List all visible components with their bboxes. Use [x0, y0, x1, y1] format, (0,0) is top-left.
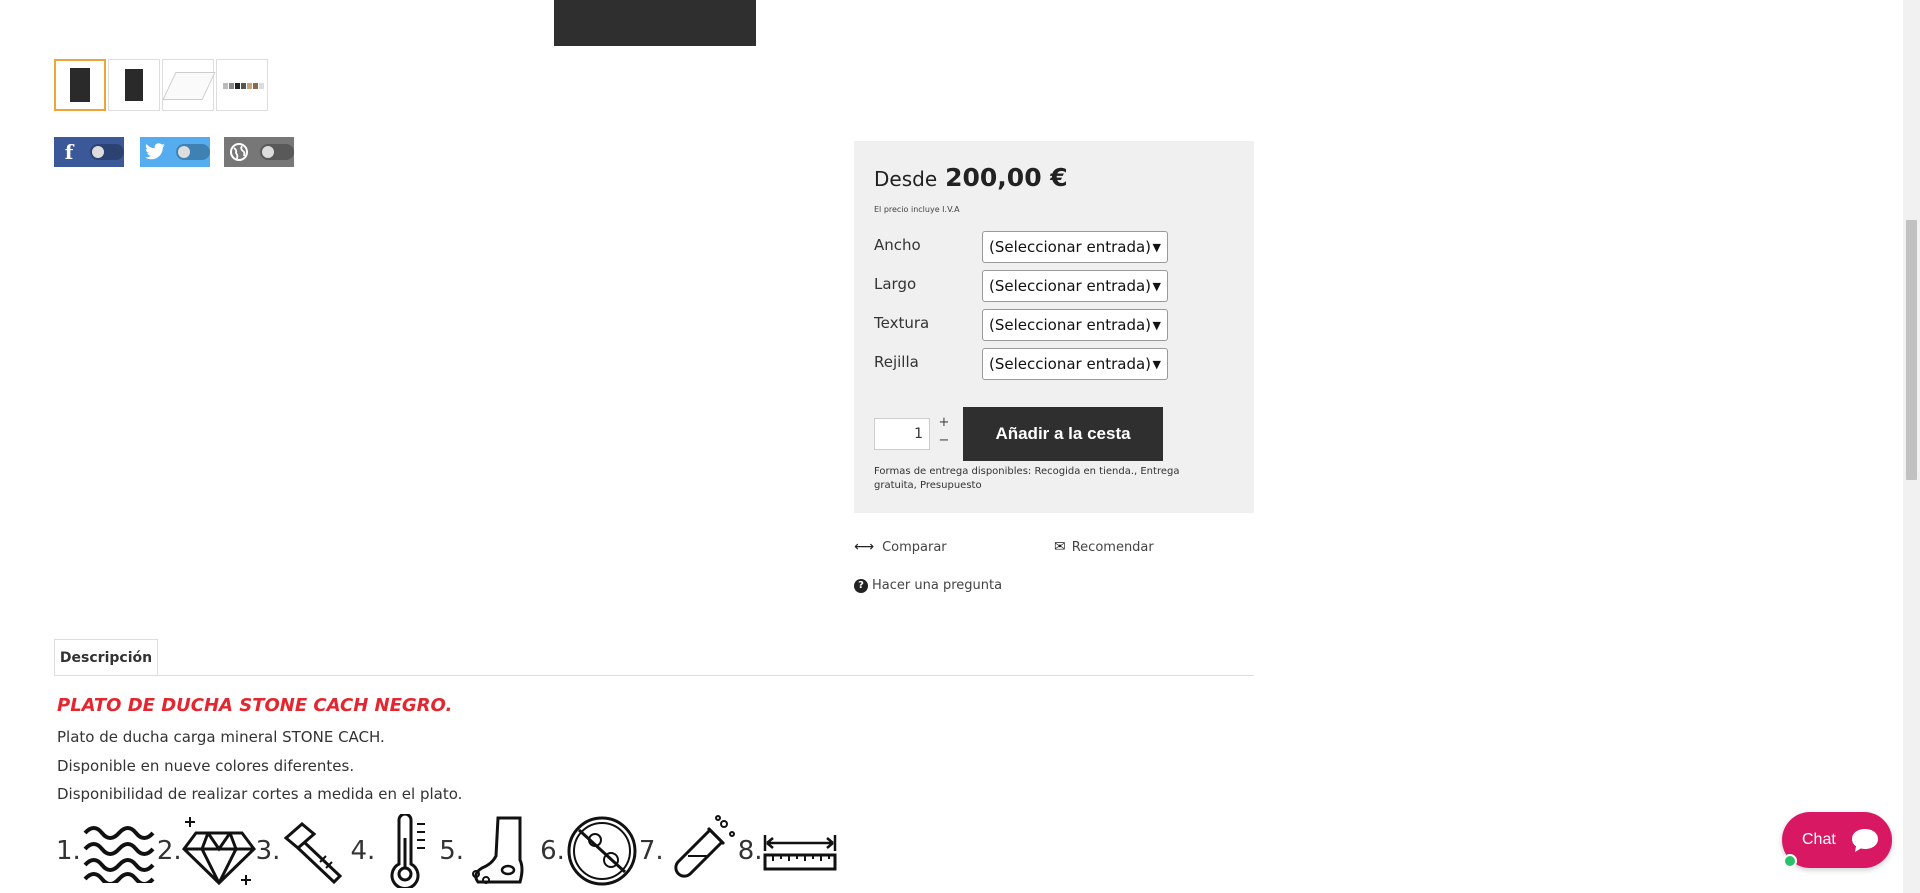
buy-box: Desde 200,00 € El precio incluye I.V.A A…: [854, 141, 1254, 513]
feature-5: 5.: [439, 814, 540, 888]
description-line: Disponibilidad de realizar cortes a medi…: [57, 785, 463, 803]
online-status-dot: [1783, 854, 1797, 868]
feature-number: 6.: [540, 836, 565, 866]
toggle-switch[interactable]: [260, 144, 294, 160]
feature-7: 7.: [639, 814, 738, 888]
option-select-ancho[interactable]: (Seleccionar entrada) ▼: [982, 231, 1168, 263]
option-label: Textura: [874, 314, 930, 332]
option-label: Rejilla: [874, 353, 919, 371]
feature-number: 3.: [255, 836, 281, 866]
feature-2: 2.: [157, 815, 256, 887]
compare-link[interactable]: ⟷ Comparar: [854, 539, 947, 555]
chat-bubble-icon: [1851, 829, 1878, 852]
facebook-share-toggle[interactable]: f: [54, 137, 124, 167]
description-line: Plato de ducha carga mineral STONE CACH.: [57, 728, 385, 746]
ask-question-link[interactable]: ? Hacer una pregunta: [854, 578, 1002, 593]
thumbnail-3[interactable]: [162, 59, 216, 111]
color-swatches-image: [223, 83, 264, 89]
toggle-switch[interactable]: [176, 144, 210, 160]
recommend-label: Recomendar: [1071, 539, 1154, 555]
feature-icons-row: 1. 2. 3. 4. 5. 6. 7. 8.: [56, 810, 837, 892]
facebook-icon: f: [64, 140, 74, 164]
feature-3: 3.: [256, 816, 351, 886]
option-ancho: Ancho (Seleccionar entrada) ▼: [874, 231, 1234, 263]
twitter-share-toggle[interactable]: [140, 137, 210, 167]
feature-8: 8.: [738, 821, 837, 881]
tray-drawing-image: [162, 72, 216, 100]
quantity-increase-button[interactable]: +: [934, 413, 954, 431]
globe-icon: [224, 137, 254, 167]
description-title: PLATO DE DUCHA STONE CACH NEGRO.: [57, 695, 453, 716]
delivery-options: Formas de entrega disponibles: Recogida …: [874, 466, 1180, 491]
option-select-rejilla[interactable]: (Seleccionar entrada) ▼: [982, 348, 1168, 380]
option-textura: Textura (Seleccionar entrada) ▼: [874, 309, 1234, 341]
feature-number: 2.: [156, 836, 182, 866]
price-value: 200,00 €: [945, 163, 1068, 192]
option-largo: Largo (Seleccionar entrada) ▼: [874, 270, 1234, 302]
chat-label: Chat: [1802, 831, 1836, 848]
test-tube-icon: [674, 815, 735, 878]
feature-6: 6.: [540, 814, 639, 888]
scrollbar-thumb[interactable]: [1906, 220, 1917, 480]
twitter-icon: [140, 137, 170, 167]
tab-description[interactable]: Descripción: [54, 639, 158, 675]
shower-tray-image: [70, 68, 90, 102]
toggle-switch[interactable]: [90, 144, 124, 160]
thumbnail-2[interactable]: [108, 59, 160, 111]
option-rejilla: Rejilla (Seleccionar entrada) ▼: [874, 348, 1234, 380]
price-label: Desde: [874, 167, 938, 191]
add-to-cart-button[interactable]: Añadir a la cesta: [963, 407, 1163, 461]
chevron-down-icon: ▼: [1152, 318, 1161, 332]
question-circle-icon: ?: [854, 578, 868, 593]
feature-1: 1.: [56, 819, 157, 883]
recommend-link[interactable]: ✉ Recomendar: [1054, 539, 1154, 555]
double-arrow-icon: ⟷: [854, 539, 875, 555]
hammer-icon: [284, 822, 343, 885]
compare-label: Comparar: [882, 539, 947, 555]
ask-label: Hacer una pregunta: [872, 578, 1003, 593]
envelope-icon: ✉: [1054, 539, 1066, 555]
feature-number: 1.: [56, 836, 81, 866]
tab-divider: [54, 675, 1254, 676]
thermometer-icon: [390, 814, 426, 888]
chevron-down-icon: ▼: [1152, 279, 1161, 293]
option-select-textura[interactable]: (Seleccionar entrada) ▼: [982, 309, 1168, 341]
price: Desde 200,00 €: [874, 163, 1068, 192]
feature-4: 4.: [350, 814, 439, 888]
description-line: Disponible en nueve colores diferentes.: [57, 757, 355, 775]
waves-icon: [83, 826, 155, 883]
quantity-decrease-button[interactable]: −: [934, 431, 954, 449]
diamond-icon: [181, 817, 256, 886]
quantity-input[interactable]: 1: [874, 418, 930, 450]
thumbnail-1[interactable]: [54, 59, 106, 111]
feature-number: 7.: [638, 836, 664, 866]
option-select-largo[interactable]: (Seleccionar entrada) ▼: [982, 270, 1168, 302]
chevron-down-icon: ▼: [1152, 357, 1161, 371]
vat-note: El precio incluye I.V.A: [874, 205, 960, 214]
foot-icon: [472, 816, 524, 884]
ruler-icon: [763, 835, 836, 871]
antibacterial-icon: [567, 816, 637, 886]
shower-tray-image: [125, 69, 143, 101]
feature-number: 8.: [737, 836, 763, 866]
chat-button[interactable]: Chat: [1782, 812, 1892, 868]
feature-number: 5.: [439, 836, 465, 866]
thumbnail-4[interactable]: [216, 59, 268, 111]
web-share-toggle[interactable]: [224, 137, 294, 167]
feature-number: 4.: [350, 836, 376, 866]
product-main-image[interactable]: [554, 0, 756, 46]
option-label: Largo: [874, 275, 917, 293]
chevron-down-icon: ▼: [1152, 240, 1161, 254]
option-label: Ancho: [874, 236, 921, 254]
